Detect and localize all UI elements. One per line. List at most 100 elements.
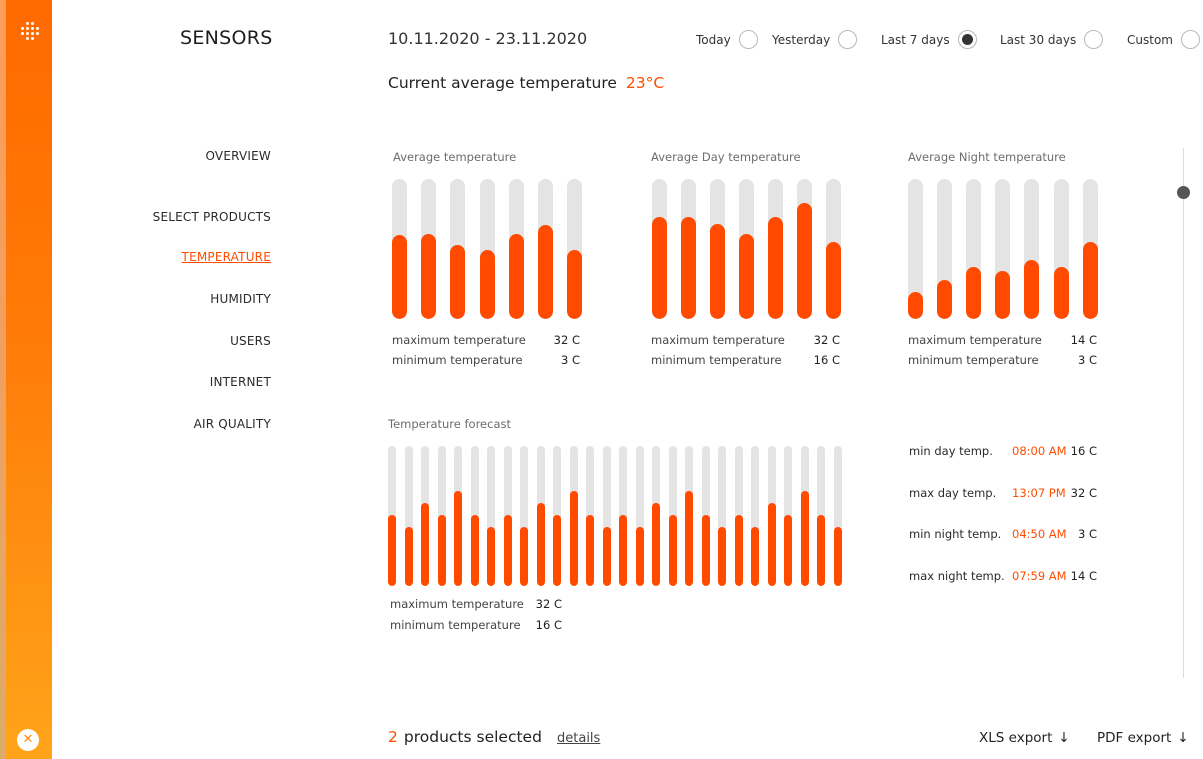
range-label: Custom	[1127, 32, 1173, 47]
bar-fill	[553, 515, 561, 586]
bar-track	[553, 446, 561, 586]
nav-item-temperature[interactable]: TEMPERATURE	[182, 250, 271, 264]
bar-track	[751, 446, 759, 586]
bar-track	[817, 446, 825, 586]
logo-dot	[31, 32, 34, 35]
bar-fill	[470, 515, 479, 586]
logo-dot	[26, 32, 29, 35]
bar-track	[734, 446, 743, 586]
bar-track	[450, 179, 466, 319]
bar-track	[479, 179, 495, 319]
forecast-summary-time: 04:50 AM	[1012, 527, 1067, 541]
bar-track	[1053, 179, 1069, 319]
xls-export-button[interactable]: XLS export ↓	[979, 730, 1070, 746]
bar-fill	[567, 250, 583, 319]
products-selected-label: products selected	[403, 728, 542, 746]
bar-track	[701, 446, 710, 586]
forecast-summary-label: max night temp.	[909, 569, 1005, 583]
app-title: SENSORS	[180, 27, 273, 49]
radio-last-7-days[interactable]	[957, 30, 977, 49]
range-option-custom[interactable]: Custom	[1127, 30, 1200, 49]
logo-dot	[21, 27, 24, 30]
arrow-down-icon: ↓	[1177, 730, 1189, 746]
bar-fill	[479, 250, 495, 319]
bar-fill	[817, 515, 825, 586]
stat-value: 32 C	[553, 333, 580, 347]
nav-item-overview[interactable]: OVERVIEW	[205, 149, 271, 163]
bar-track	[635, 446, 644, 586]
nav-item-air-quality[interactable]: AIR QUALITY	[194, 417, 271, 431]
forecast-summary-value: 16 C	[1070, 444, 1097, 458]
bar-track	[908, 179, 923, 319]
bar-fill	[966, 267, 982, 319]
pdf-export-label: PDF export	[1097, 730, 1172, 746]
range-label: Yesterday	[772, 32, 831, 47]
radio-custom[interactable]	[1180, 30, 1200, 49]
bar-fill	[602, 527, 611, 586]
logo-dot	[26, 22, 29, 25]
radio-yesterday[interactable]	[838, 30, 858, 49]
bar-fill	[937, 280, 953, 319]
bar-fill	[487, 527, 495, 586]
bar-track	[508, 179, 524, 319]
bar-track	[536, 446, 545, 586]
products-selected: 2 products selected	[388, 728, 542, 746]
logo-dot	[26, 37, 29, 40]
bar-fill	[768, 217, 783, 319]
bar-track	[739, 179, 754, 319]
bar-fill	[908, 292, 923, 319]
bar-track	[388, 446, 396, 586]
bar-fill	[701, 515, 710, 586]
bar-track	[392, 179, 407, 319]
bar-track	[503, 446, 512, 586]
bar-fill	[1082, 242, 1098, 319]
stat-label: minimum temperature	[651, 353, 782, 367]
nav-item-internet[interactable]: INTERNET	[210, 375, 271, 389]
logo-dot	[21, 32, 24, 35]
vertical-scroll-thumb[interactable]	[1177, 186, 1190, 199]
pdf-export-button[interactable]: PDF export ↓	[1097, 730, 1189, 746]
bar-fill	[388, 515, 396, 586]
bar-fill	[784, 515, 792, 586]
dot-grid-logo-icon[interactable]	[19, 20, 43, 44]
nav-item-select-products[interactable]: SELECT PRODUCTS	[153, 210, 271, 224]
bar-fill	[536, 503, 545, 586]
close-icon[interactable]: ✕	[17, 729, 39, 751]
logo-dot	[31, 22, 34, 25]
logo-dot	[31, 37, 34, 40]
bar-fill	[569, 491, 578, 586]
panel-title-night: Average Night temperature	[908, 150, 1066, 164]
bar-fill	[1053, 267, 1069, 319]
bar-fill	[718, 527, 726, 586]
bar-fill	[404, 527, 413, 586]
logo-dot	[31, 27, 34, 30]
stat-label: maximum temperature	[908, 333, 1042, 347]
xls-export-label: XLS export	[979, 730, 1053, 746]
bar-track	[602, 446, 611, 586]
bar-track	[937, 179, 953, 319]
nav-item-humidity[interactable]: HUMIDITY	[210, 292, 271, 306]
bar-track	[454, 446, 462, 586]
details-link[interactable]: details	[557, 731, 600, 746]
range-option-last-30-days[interactable]: Last 30 days	[1000, 30, 1104, 49]
bar-track	[710, 179, 725, 319]
bar-fill	[681, 217, 696, 319]
stat-label: maximum temperature	[392, 333, 526, 347]
vertical-scroll-track[interactable]	[1183, 148, 1184, 678]
date-range[interactable]: 10.11.2020 - 23.11.2020	[388, 29, 587, 48]
bar-track	[567, 179, 583, 319]
range-option-today[interactable]: Today	[696, 30, 758, 49]
bar-fill	[619, 515, 627, 586]
forecast-summary-value: 3 C	[1077, 527, 1097, 541]
range-option-last-7-days[interactable]: Last 7 days	[881, 30, 977, 49]
forecast-summary-time: 08:00 AM	[1012, 444, 1067, 458]
range-label: Today	[696, 32, 731, 47]
radio-last-30-days[interactable]	[1084, 30, 1104, 49]
radio-today[interactable]	[738, 30, 758, 49]
bar-fill	[508, 234, 524, 319]
range-option-yesterday[interactable]: Yesterday	[772, 30, 858, 49]
bar-fill	[710, 224, 725, 319]
bar-track	[784, 446, 792, 586]
nav-item-users[interactable]: USERS	[230, 334, 271, 348]
bar-track	[685, 446, 693, 586]
